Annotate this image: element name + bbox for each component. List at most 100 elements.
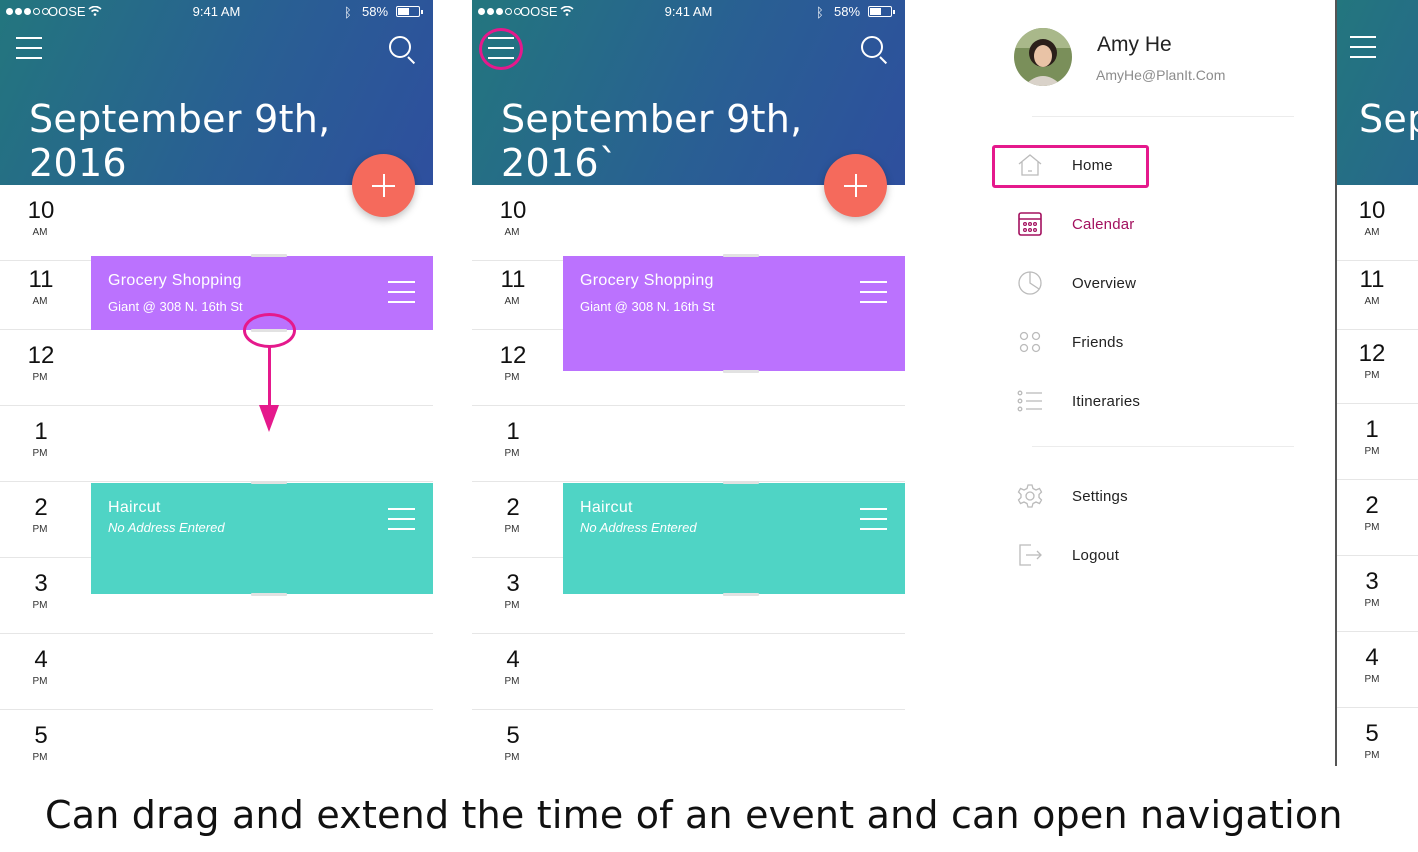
menu-button[interactable] [16, 37, 42, 59]
nav-item-logout[interactable]: Logout [992, 534, 1312, 578]
hour-row: 1 PM [1337, 404, 1418, 480]
event-drag-handle-top[interactable] [723, 254, 759, 257]
event-menu-icon[interactable] [860, 508, 887, 532]
hour-number: 1 [34, 418, 48, 445]
event-drag-handle-bottom[interactable] [251, 593, 287, 596]
hour-number: 1 [506, 418, 520, 445]
list-icon [1017, 390, 1042, 412]
hour-row: 12 PM [1337, 328, 1418, 404]
calendar-icon [1018, 212, 1042, 236]
nav-item-itineraries[interactable]: Itineraries [992, 380, 1312, 424]
event-menu-icon[interactable] [388, 508, 415, 532]
hour-period: AM [504, 227, 520, 238]
search-button[interactable] [389, 36, 417, 65]
annotation-menu-circle [479, 28, 523, 70]
search-button[interactable] [861, 36, 889, 65]
event-location: Giant @ 308 N. 16th St [580, 299, 715, 314]
nav-item-home[interactable]: Home [992, 144, 1312, 188]
hour-number: 2 [34, 494, 48, 521]
hour-number: 3 [34, 570, 48, 597]
event-drag-handle-bottom[interactable] [723, 593, 759, 596]
hour-row: 4 PM [0, 634, 433, 710]
hour-number: 5 [506, 722, 520, 749]
hour-period: PM [32, 752, 48, 763]
event-drag-handle-top[interactable] [251, 254, 287, 257]
hour-period: PM [504, 600, 520, 611]
bluetooth-icon: ᛒ [816, 5, 824, 20]
nav-item-overview[interactable]: Overview [992, 262, 1312, 306]
event-card-grocery[interactable]: Grocery Shopping Giant @ 308 N. 16th St [563, 254, 905, 373]
nav-label: Calendar [1072, 216, 1135, 233]
menu-button[interactable] [1350, 36, 1376, 58]
bluetooth-icon: ᛒ [344, 5, 352, 20]
event-drag-handle-top[interactable] [251, 481, 287, 484]
user-name: Amy He [1097, 33, 1172, 56]
event-card-haircut[interactable]: Haircut No Address Entered [563, 481, 905, 596]
nav-label: Itineraries [1072, 393, 1141, 410]
battery-icon [396, 6, 423, 17]
event-drag-handle-bottom[interactable] [723, 370, 759, 373]
hour-number: 5 [34, 722, 48, 749]
hour-row: 5 PM [0, 710, 433, 766]
hour-period: PM [32, 448, 48, 459]
hour-period: PM [1364, 750, 1380, 761]
hour-row: 11 AM [1337, 254, 1418, 330]
page-title: Sep [1359, 97, 1418, 141]
event-menu-icon[interactable] [860, 281, 887, 305]
hour-number: 12 [499, 342, 527, 369]
gear-icon [1017, 484, 1043, 508]
hour-period: AM [32, 227, 48, 238]
event-location: Giant @ 308 N. 16th St [108, 299, 243, 314]
phone-screen-extended: OOSE 9:41 AM ᛒ 58% September 9th, 2016` … [472, 0, 905, 766]
nav-item-calendar[interactable]: Calendar [992, 203, 1312, 247]
hour-period: PM [32, 524, 48, 535]
hour-number: 12 [27, 342, 55, 369]
event-location: No Address Entered [108, 520, 225, 535]
hour-number: 11 [500, 266, 526, 293]
annotation-arrowhead [259, 405, 279, 432]
nav-item-settings[interactable]: Settings [992, 475, 1312, 519]
event-drag-handle-top[interactable] [723, 481, 759, 484]
add-event-button[interactable] [352, 154, 415, 217]
caption-text: Can drag and extend the time of an event… [45, 793, 1343, 837]
nav-item-friends[interactable]: Friends [992, 321, 1312, 365]
profile-photo [1014, 28, 1072, 86]
hour-period: AM [504, 296, 520, 307]
nav-label: Home [1072, 157, 1113, 174]
hour-row: 3 PM [1337, 556, 1418, 632]
user-email: AmyHe@PlanIt.Com [1096, 67, 1226, 83]
hour-number: 11 [28, 266, 54, 293]
hour-number: 10 [27, 197, 55, 224]
hour-period: PM [32, 372, 48, 383]
hour-row: 5 PM [472, 710, 905, 766]
hour-period: PM [32, 676, 48, 687]
add-event-button[interactable] [824, 154, 887, 217]
hour-period: PM [1364, 370, 1380, 381]
hour-period: PM [504, 448, 520, 459]
hour-row: 4 PM [472, 634, 905, 710]
navigation-drawer: Amy He AmyHe@PlanIt.Com Home Calendar Ov… [992, 0, 1312, 766]
hour-number: 2 [1365, 492, 1379, 519]
hour-period: PM [504, 372, 520, 383]
hour-period: PM [1364, 522, 1380, 533]
hour-number: 10 [1358, 197, 1386, 224]
friends-dots-icon [1019, 331, 1041, 353]
divider [1032, 446, 1294, 447]
event-menu-icon[interactable] [388, 281, 415, 305]
hour-row: 1 PM [472, 406, 905, 482]
event-card-haircut[interactable]: Haircut No Address Entered [91, 481, 433, 596]
hour-period: PM [1364, 446, 1380, 457]
hour-row: 2 PM [1337, 480, 1418, 556]
hour-number: 10 [499, 197, 527, 224]
home-icon [1018, 154, 1042, 176]
nav-label: Logout [1072, 547, 1120, 564]
phone-screen-drag: OOSE 9:41 AM ᛒ 58% September 9th, 2016 1… [0, 0, 433, 766]
status-bar: OOSE 9:41 AM ᛒ 58% [0, 4, 433, 22]
hour-number: 4 [1365, 644, 1379, 671]
calendar-header: Sep [1337, 0, 1418, 185]
hour-number: 4 [506, 646, 520, 673]
search-icon [389, 36, 411, 58]
hour-number: 12 [1358, 340, 1386, 367]
event-title: Grocery Shopping [580, 272, 714, 289]
status-bar: OOSE 9:41 AM ᛒ 58% [472, 4, 905, 22]
